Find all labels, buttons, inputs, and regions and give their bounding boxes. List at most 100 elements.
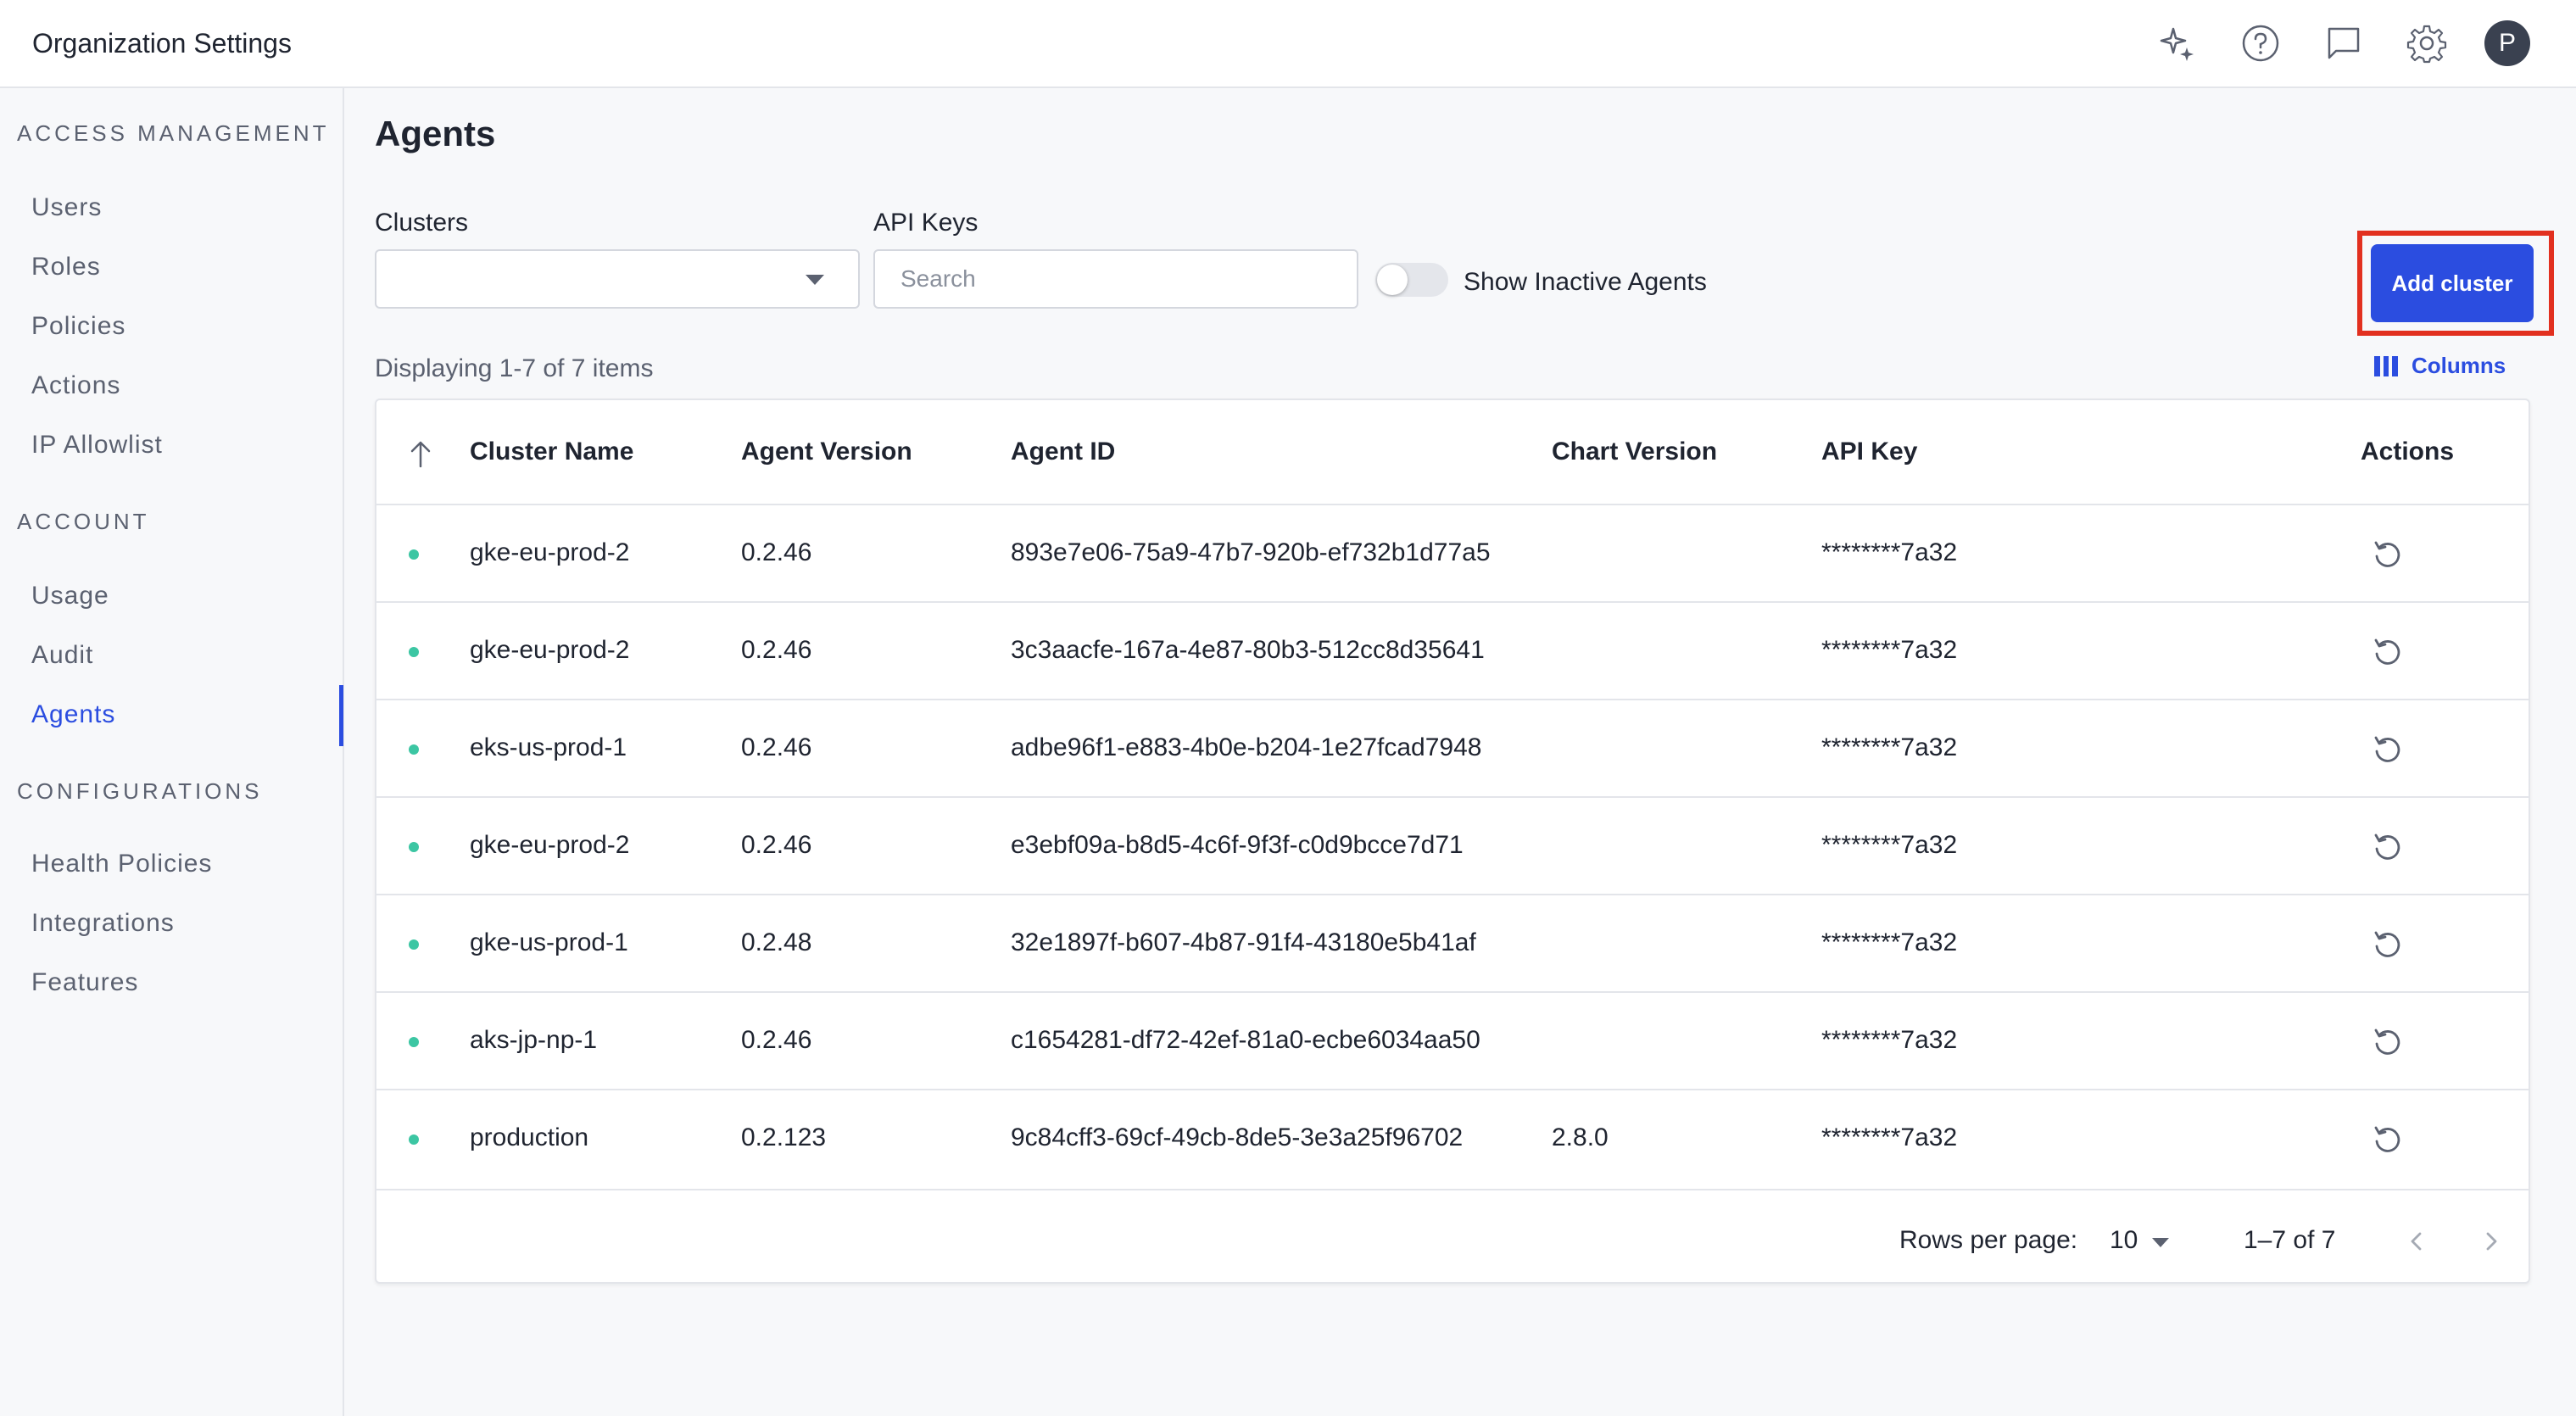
top-icons: P [2152, 18, 2544, 69]
table-row[interactable]: gke-us-prod-1 0.2.48 32e1897f-b607-4b87-… [376, 895, 2529, 993]
table-footer: Rows per page: 10 1–7 of 7 [376, 1192, 2529, 1284]
main-content: Agents Clusters API Keys Show Inactive A… [346, 88, 2576, 1416]
sidebar-item-audit[interactable]: Audit [31, 641, 93, 670]
status-dot [409, 1134, 419, 1145]
next-page-button[interactable] [2471, 1221, 2512, 1262]
status-dot [409, 647, 419, 657]
sidebar-item-features[interactable]: Features [31, 968, 138, 997]
sidebar-item-health-policies[interactable]: Health Policies [31, 850, 212, 878]
cell-agent-id: c1654281-df72-42ef-81a0-ecbe6034aa50 [1011, 1026, 1480, 1054]
cell-agent-version: 0.2.46 [741, 831, 812, 859]
sidebar-item-policies[interactable]: Policies [31, 312, 125, 341]
section-title-configurations: CONFIGURATIONS [17, 778, 263, 804]
column-header-chart-version[interactable]: Chart Version [1552, 438, 1717, 466]
cell-cluster-name: gke-us-prod-1 [470, 928, 628, 956]
rows-per-page-label: Rows per page: [1899, 1226, 2078, 1254]
columns-button[interactable]: Columns [2374, 353, 2506, 379]
sidebar: ACCESS MANAGEMENT Users Roles Policies A… [0, 88, 344, 1416]
cell-agent-id: e3ebf09a-b8d5-4c6f-9f3f-c0d9bcce7d71 [1011, 831, 1464, 859]
page-range: 1–7 of 7 [2244, 1226, 2336, 1254]
cell-cluster-name: gke-eu-prod-2 [470, 831, 630, 859]
cell-api-key: ********7a32 [1821, 538, 1958, 566]
cell-agent-id: 893e7e06-75a9-47b7-920b-ef732b1d77a5 [1011, 538, 1491, 566]
add-cluster-button[interactable]: Add cluster [2371, 244, 2534, 322]
table-row[interactable]: eks-us-prod-1 0.2.46 adbe96f1-e883-4b0e-… [376, 700, 2529, 798]
cell-agent-version: 0.2.123 [741, 1123, 827, 1151]
cell-agent-version: 0.2.46 [741, 636, 812, 664]
refresh-icon[interactable] [2371, 1123, 2405, 1157]
cell-api-key: ********7a32 [1821, 733, 1958, 761]
column-header-api-key[interactable]: API Key [1821, 438, 1917, 466]
page-title: Agents [375, 114, 496, 153]
cell-agent-version: 0.2.46 [741, 1026, 812, 1054]
sidebar-item-usage[interactable]: Usage [31, 582, 109, 610]
section-title-account: ACCOUNT [17, 509, 150, 534]
cell-cluster-name: aks-jp-np-1 [470, 1026, 598, 1054]
table-row[interactable]: production 0.2.123 9c84cff3-69cf-49cb-8d… [376, 1090, 2529, 1190]
cell-cluster-name: gke-eu-prod-2 [470, 636, 630, 664]
chevron-right-icon [2486, 1232, 2497, 1251]
previous-page-button[interactable] [2396, 1221, 2437, 1262]
api-keys-label: API Keys [873, 209, 979, 237]
status-dot [409, 1037, 419, 1047]
table-row[interactable]: gke-eu-prod-2 0.2.46 893e7e06-75a9-47b7-… [376, 505, 2529, 603]
refresh-icon[interactable] [2371, 635, 2405, 669]
sort-arrow-up-icon[interactable] [407, 438, 434, 468]
table-row[interactable]: aks-jp-np-1 0.2.46 c1654281-df72-42ef-81… [376, 993, 2529, 1090]
cell-cluster-name: gke-eu-prod-2 [470, 538, 630, 566]
gear-icon[interactable] [2401, 18, 2452, 69]
section-title-access-management: ACCESS MANAGEMENT [17, 120, 330, 146]
toggle-knob [1377, 265, 1408, 295]
clusters-label: Clusters [375, 209, 469, 237]
caret-down-icon [806, 275, 824, 285]
cell-agent-id: 32e1897f-b607-4b87-91f4-43180e5b41af [1011, 928, 1476, 956]
column-header-agent-version[interactable]: Agent Version [741, 438, 912, 466]
top-bar: Organization Settings P [0, 0, 2576, 88]
help-icon[interactable] [2235, 18, 2286, 69]
clusters-select[interactable] [375, 249, 860, 309]
status-dot [409, 842, 419, 852]
sidebar-item-roles[interactable]: Roles [31, 253, 101, 282]
table-row[interactable]: gke-eu-prod-2 0.2.46 3c3aacfe-167a-4e87-… [376, 603, 2529, 700]
show-inactive-label: Show Inactive Agents [1464, 268, 1707, 296]
cell-cluster-name: production [470, 1123, 589, 1151]
refresh-icon[interactable] [2371, 538, 2405, 571]
refresh-icon[interactable] [2371, 830, 2405, 864]
status-dot [409, 939, 419, 950]
table-row[interactable]: gke-eu-prod-2 0.2.46 e3ebf09a-b8d5-4c6f-… [376, 798, 2529, 895]
sidebar-item-agents[interactable]: Agents [31, 700, 115, 729]
sidebar-item-ip-allowlist[interactable]: IP Allowlist [31, 431, 163, 460]
column-header-agent-id[interactable]: Agent ID [1011, 438, 1115, 466]
show-inactive-toggle[interactable] [1375, 263, 1448, 297]
column-header-actions: Actions [2361, 438, 2455, 465]
sidebar-item-integrations[interactable]: Integrations [31, 909, 175, 938]
cell-api-key: ********7a32 [1821, 831, 1958, 859]
cell-agent-version: 0.2.46 [741, 538, 812, 566]
cell-agent-id: 9c84cff3-69cf-49cb-8de5-3e3a25f96702 [1011, 1123, 1464, 1151]
status-dot [409, 744, 419, 755]
refresh-icon[interactable] [2371, 733, 2405, 767]
rows-per-page-select[interactable]: 10 [2110, 1226, 2138, 1255]
cell-agent-id: 3c3aacfe-167a-4e87-80b3-512cc8d35641 [1011, 636, 1485, 664]
cell-api-key: ********7a32 [1821, 636, 1958, 664]
columns-label: Columns [2412, 353, 2506, 378]
refresh-icon[interactable] [2371, 928, 2405, 962]
column-header-cluster-name[interactable]: Cluster Name [470, 438, 633, 466]
caret-down-icon[interactable] [2152, 1238, 2169, 1247]
sidebar-item-users[interactable]: Users [31, 193, 102, 222]
chat-icon[interactable] [2318, 18, 2369, 69]
refresh-icon[interactable] [2371, 1025, 2405, 1059]
api-keys-search-input[interactable] [873, 249, 1358, 309]
sidebar-item-actions[interactable]: Actions [31, 371, 120, 400]
table-header: Cluster Name Agent Version Agent ID Char… [376, 400, 2529, 505]
cell-api-key: ********7a32 [1821, 1123, 1958, 1151]
cell-agent-version: 0.2.46 [741, 733, 812, 761]
cell-agent-id: adbe96f1-e883-4b0e-b204-1e27fcad7948 [1011, 733, 1482, 761]
sparkle-icon[interactable] [2152, 18, 2203, 69]
cell-api-key: ********7a32 [1821, 1026, 1958, 1054]
cell-api-key: ********7a32 [1821, 928, 1958, 956]
agents-table: Cluster Name Agent Version Agent ID Char… [375, 399, 2530, 1284]
app-title: Organization Settings [32, 27, 292, 59]
display-count: Displaying 1-7 of 7 items [375, 354, 654, 382]
avatar[interactable]: P [2484, 20, 2530, 66]
